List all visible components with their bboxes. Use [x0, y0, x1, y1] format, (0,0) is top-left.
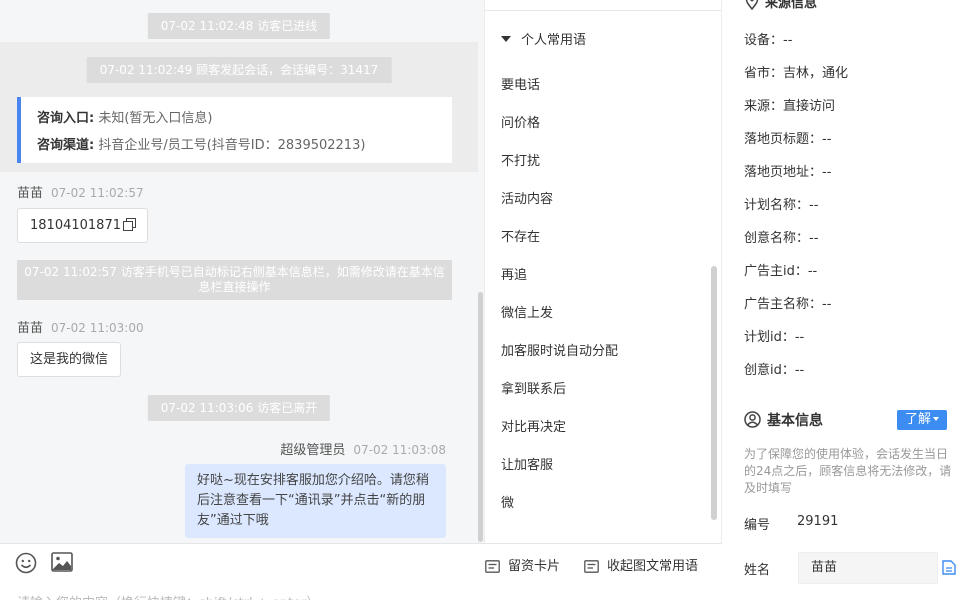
edit-deadline-notice: 为了保障您的使用体验，会话发生当日的24点之后，顾客信息将无法修改，请及时填写 — [744, 447, 952, 495]
message-time: 07-02 11:02:57 — [51, 186, 144, 200]
emoji-icon[interactable] — [15, 552, 37, 578]
collapse-icon — [584, 560, 599, 573]
system-notice-session: 07-02 11:02:49 顾客发起会话，会话编号：31417 — [86, 57, 392, 83]
message-input-area: 请输入您的内容（换行快捷键：shift/ctrl + enter） 留资卡片 收… — [0, 543, 722, 600]
entry-row: 咨询入口: 未知(暂无入口信息) — [37, 105, 452, 132]
message-bubble-agent[interactable]: 好哒~现在安排客服加您介绍哈。请您稍后注意查看一下“通讯录”并点击“新的朋友”通… — [185, 464, 446, 538]
chat-scrollbar[interactable] — [478, 292, 483, 542]
phrase-item[interactable]: 对比再决定 — [501, 416, 566, 435]
location-icon — [745, 0, 759, 11]
copy-icon[interactable] — [122, 218, 136, 231]
phrases-group-title: 个人常用语 — [521, 33, 587, 48]
customer-name-input[interactable]: 苗苗 — [798, 552, 938, 584]
message-time: 07-02 11:03:08 — [353, 443, 446, 457]
customer-id-value: 29191 — [797, 514, 839, 529]
source-row-region: 省市：吉林，通化 — [744, 66, 849, 81]
phrases-group-header[interactable]: 个人常用语 — [501, 29, 586, 48]
source-row-creative-id: 创意id：-- — [744, 363, 805, 378]
consult-info-card: 咨询入口: 未知(暂无入口信息) 咨询渠道: 抖音企业号/员工号(抖音号ID：2… — [17, 97, 452, 163]
phrase-item[interactable]: 问价格 — [501, 112, 540, 131]
message-sender: 苗苗 07-02 11:03:00 — [17, 317, 144, 336]
chat-panel: 07-02 11:02:48 访客已进线 07-02 11:02:49 顾客发起… — [0, 0, 484, 543]
source-info-header: 来源信息 — [745, 0, 817, 11]
system-notice-left: 07-02 11:03:06 访客已离开 — [147, 395, 331, 421]
sender-name: 苗苗 — [17, 321, 44, 336]
lead-card-button[interactable]: 留资卡片 — [485, 555, 560, 574]
image-icon[interactable] — [51, 552, 73, 576]
chat-messages[interactable]: 07-02 11:02:48 访客已进线 07-02 11:02:49 顾客发起… — [0, 0, 478, 543]
source-row-landing-title: 落地页标题：-- — [744, 132, 832, 147]
sender-name: 苗苗 — [17, 186, 44, 201]
phrase-item[interactable]: 要电话 — [501, 74, 540, 93]
message-time: 07-02 11:03:00 — [51, 321, 144, 335]
customer-id-row: 编号 29191 — [744, 514, 838, 533]
system-notice-entered: 07-02 11:02:48 访客已进线 — [147, 13, 331, 39]
source-row-origin: 来源：直接访问 — [744, 99, 836, 114]
user-icon — [744, 411, 761, 428]
source-row-plan-name: 计划名称：-- — [744, 198, 819, 213]
message-sender-agent: 超级管理员 07-02 11:03:08 — [280, 439, 446, 458]
phrase-item[interactable]: 让加客服 — [501, 454, 553, 473]
message-input[interactable]: 请输入您的内容（换行快捷键：shift/ctrl + enter） — [17, 592, 320, 600]
phrase-item[interactable]: 不打扰 — [501, 150, 540, 169]
copy-icon[interactable] — [942, 560, 956, 579]
system-notice-phone-marked: 07-02 11:02:57 访客手机号已自动标记右侧基本信息栏，如需修改请在基… — [17, 260, 452, 300]
source-row-advertiser-name: 广告主名称：-- — [744, 297, 832, 312]
entry-value: 未知(暂无入口信息) — [98, 111, 213, 126]
message-sender: 苗苗 07-02 11:02:57 — [17, 182, 144, 201]
collapse-phrases-button[interactable]: 收起图文常用语 — [584, 555, 698, 574]
caret-down-icon — [501, 36, 511, 42]
phrase-item[interactable]: 不存在 — [501, 226, 540, 245]
basic-info-title: 基本信息 — [767, 413, 823, 429]
customer-id-label: 编号 — [744, 518, 771, 533]
source-row-creative-name: 创意名称：-- — [744, 231, 819, 246]
message-text: 这是我的微信 — [30, 352, 109, 367]
phrase-item[interactable]: 微 — [501, 492, 514, 511]
customer-name-label: 姓名 — [744, 563, 771, 578]
phrase-item[interactable]: 加客服时说自动分配 — [501, 340, 618, 359]
message-bubble-wechat[interactable]: 这是我的微信 — [17, 342, 122, 377]
customer-info-panel: 来源信息 设备：-- 省市：吉林，通化 来源：直接访问 落地页标题：-- 落地页… — [723, 0, 975, 600]
phrase-item[interactable]: 微信上发 — [501, 302, 553, 321]
source-row-landing-url: 落地页地址：-- — [744, 165, 832, 180]
basic-info-header: 基本信息 — [744, 410, 823, 430]
phrases-scrollbar[interactable] — [711, 266, 717, 520]
learn-more-button[interactable]: 了解 — [897, 410, 947, 430]
sender-name: 超级管理员 — [280, 443, 346, 458]
card-icon — [485, 560, 500, 573]
caret-down-icon — [933, 417, 939, 421]
channel-row: 咨询渠道: 抖音企业号/员工号(抖音号ID：2839502213) — [37, 132, 452, 159]
collapse-phrases-label: 收起图文常用语 — [607, 559, 699, 574]
message-text: 18104101871 — [30, 218, 121, 233]
source-info-title: 来源信息 — [765, 0, 818, 11]
channel-label: 咨询渠道: — [37, 138, 95, 153]
lead-card-label: 留资卡片 — [508, 559, 561, 574]
phrase-item[interactable]: 再追 — [501, 264, 527, 283]
phrase-item[interactable]: 拿到联系后 — [501, 378, 566, 397]
message-bubble-phone[interactable]: 18104101871 — [17, 208, 148, 243]
entry-label: 咨询入口: — [37, 111, 95, 126]
phrases-panel: 个人常用语 要电话 问价格 不打扰 活动内容 不存在 再追 微信上发 加客服时说… — [484, 0, 722, 543]
learn-more-label: 了解 — [904, 412, 931, 427]
channel-value: 抖音企业号/员工号(抖音号ID：2839502213) — [98, 138, 366, 153]
phrase-item[interactable]: 活动内容 — [501, 188, 553, 207]
phrases-divider — [485, 10, 721, 11]
source-row-device: 设备：-- — [744, 33, 793, 48]
source-row-plan-id: 计划id：-- — [744, 330, 805, 345]
source-row-advertiser-id: 广告主id：-- — [744, 264, 818, 279]
